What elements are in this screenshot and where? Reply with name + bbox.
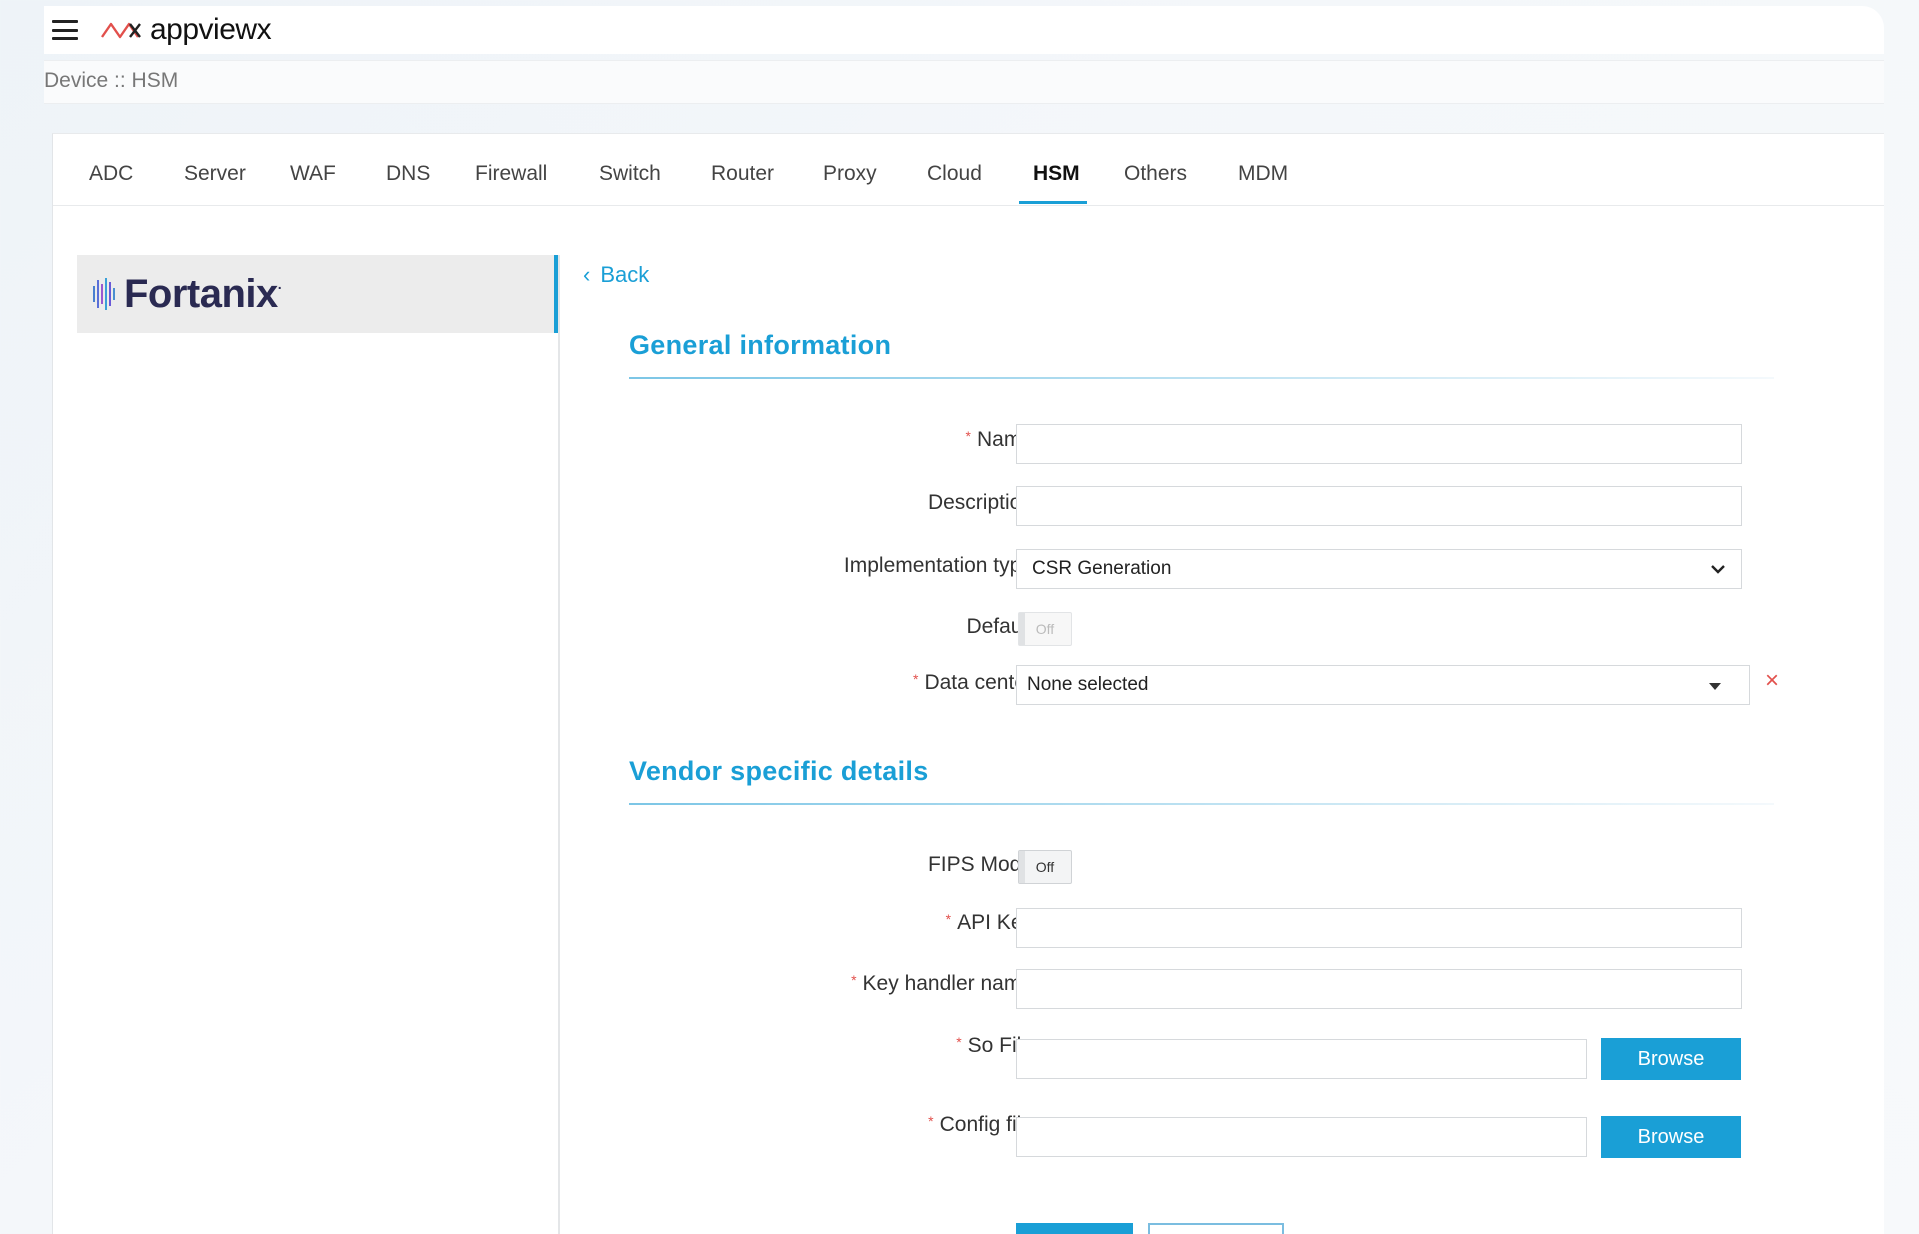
device-panel: ADC Server WAF DNS Firewall Switch Route… [52,133,1884,1234]
key-handler-label: * Key handler name [851,972,1033,995]
data-center-value: None selected [1027,674,1149,695]
vendor-item-fortanix[interactable]: Fortanix· [77,255,558,333]
name-input[interactable] [1016,424,1742,464]
data-center-select[interactable]: None selected [1016,665,1750,705]
api-key-input[interactable] [1016,908,1742,948]
app-logo[interactable]: appviewx [100,13,272,47]
so-file-label: * So File [956,1034,1033,1057]
caret-down-icon [1709,683,1721,690]
back-link[interactable]: ‹ Back [583,262,649,288]
chevron-down-icon [1711,565,1725,574]
tab-proxy[interactable]: Proxy [823,162,877,186]
config-file-input[interactable] [1016,1117,1587,1157]
key-handler-input[interactable] [1016,969,1742,1009]
toggle-knob [1019,613,1025,645]
tab-mdm[interactable]: MDM [1238,162,1288,186]
section-divider [629,803,1774,805]
default-toggle-text: Off [1035,621,1055,637]
so-file-input[interactable] [1016,1039,1587,1079]
required-asterisk-icon: * [945,911,952,927]
config-file-browse-button[interactable]: Browse [1601,1116,1741,1158]
top-bar: appviewx [44,6,1884,54]
so-file-browse-button[interactable]: Browse [1601,1038,1741,1080]
tab-switch[interactable]: Switch [599,162,661,186]
description-label: Description [927,491,1033,514]
cancel-button[interactable] [1148,1223,1284,1234]
config-file-label: * Config file [928,1113,1033,1136]
implementation-type-value: CSR Generation [1032,558,1172,579]
required-asterisk-icon: * [851,972,857,988]
fips-mode-toggle[interactable]: Off [1018,850,1072,884]
description-input[interactable] [1016,486,1742,526]
section-title-general: General information [629,330,892,360]
clear-icon[interactable]: × [1765,667,1779,695]
toggle-knob [1019,851,1025,883]
chevron-left-icon: ‹ [583,262,591,287]
back-label: Back [600,262,650,287]
data-center-label: * Data center [912,671,1033,694]
vendor-name: Fortanix· [124,271,282,316]
tab-firewall[interactable]: Firewall [475,162,547,186]
fips-mode-toggle-text: Off [1035,859,1055,875]
save-button[interactable] [1016,1223,1133,1234]
tab-hsm[interactable]: HSM [1033,162,1080,186]
tab-cloud[interactable]: Cloud [927,162,982,186]
fortanix-logo-icon [93,278,115,310]
default-label: Default [966,615,1033,638]
panel-divider [558,255,560,1234]
section-divider [629,377,1774,379]
section-title-vendor: Vendor specific details [629,756,929,786]
brand-name: appviewx [150,13,272,46]
tab-dns[interactable]: DNS [386,162,430,186]
default-toggle[interactable]: Off [1018,612,1072,646]
name-label: * Name [965,428,1033,451]
tab-adc[interactable]: ADC [89,162,133,186]
implementation-type-select[interactable]: CSR Generation [1016,549,1742,589]
tab-waf[interactable]: WAF [290,162,336,186]
appviewx-logo-icon [101,22,141,39]
required-asterisk-icon: * [965,428,971,444]
required-asterisk-icon: * [956,1034,962,1050]
tab-others[interactable]: Others [1124,162,1187,186]
required-asterisk-icon: * [912,671,919,687]
tab-server[interactable]: Server [184,162,246,186]
device-type-tabs: ADC Server WAF DNS Firewall Switch Route… [53,134,1884,206]
tab-router[interactable]: Router [711,162,774,186]
required-asterisk-icon: * [928,1113,934,1129]
api-key-label: * API Key [945,911,1033,934]
breadcrumb-bar: Device :: HSM [44,60,1884,104]
fips-mode-label: FIPS Mode [927,853,1033,876]
active-tab-indicator [1019,201,1087,204]
hamburger-menu-icon[interactable] [52,20,78,40]
breadcrumb: Device :: HSM [44,69,179,92]
implementation-type-label: Implementation type [843,554,1033,577]
